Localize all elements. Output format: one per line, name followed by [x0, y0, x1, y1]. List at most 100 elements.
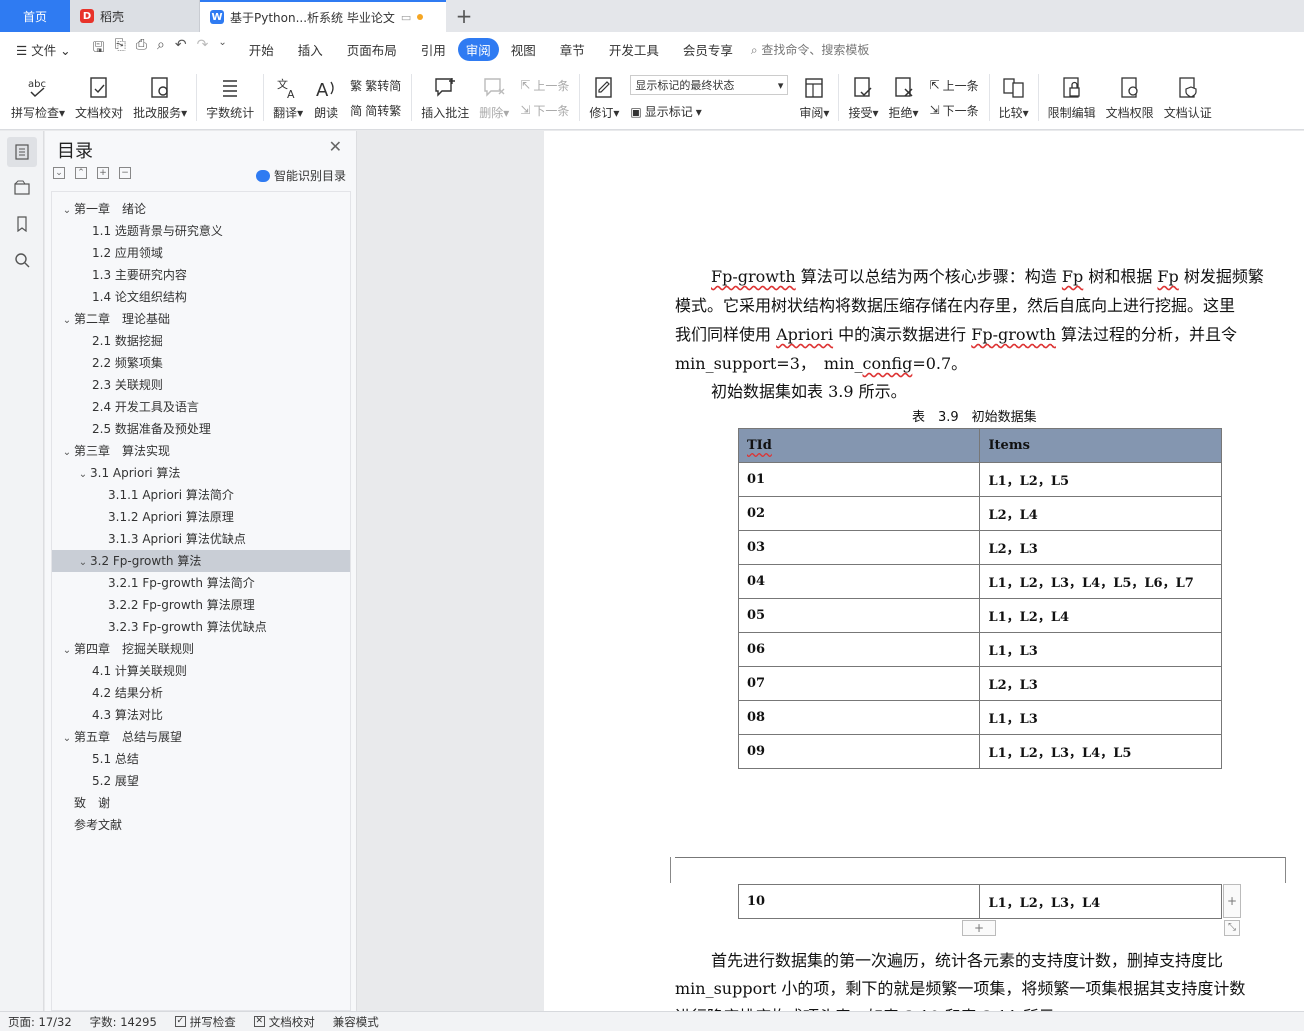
command-search[interactable]: ⌕ 查找命令、搜索模板 — [751, 41, 870, 58]
undo-icon[interactable]: ↶ — [175, 37, 187, 61]
prev-revision-button[interactable]: ⇱ 上一条 — [930, 77, 979, 94]
table-resize-handle[interactable]: ⤡ — [1224, 920, 1240, 936]
toc-item[interactable]: 4.2 结果分析 — [52, 682, 350, 704]
menu-item-2[interactable]: 页面布局 — [335, 38, 409, 61]
chevron-down-icon[interactable]: ⌄ — [60, 640, 74, 662]
spell-check-button[interactable]: abc 拼写检查▾ — [6, 66, 70, 129]
table-header-cell[interactable]: TId — [737, 428, 981, 463]
menu-item-6[interactable]: 章节 — [548, 38, 597, 61]
spell-check-toggle[interactable]: ✓ 拼写检查 — [174, 1014, 236, 1030]
redo-icon[interactable]: ↷ — [197, 37, 209, 61]
toc-item[interactable]: 2.2 频繁项集 — [52, 352, 350, 374]
markup-state-select[interactable]: 显示标记的最终状态 ▾ — [630, 75, 789, 95]
toc-item[interactable]: 3.1.1 Apriori 算法简介 — [52, 484, 350, 506]
chapter-nav-toggle[interactable] — [7, 173, 37, 203]
new-tab-button[interactable]: + — [446, 0, 482, 32]
collapse-all-icon[interactable]: ⌄ — [53, 167, 65, 179]
data-table[interactable]: TId Items 01 L1，L2，L5 02 L2，L4 03 L2，L3 04 L1，L2，… — [737, 428, 1222, 769]
menu-item-5[interactable]: 视图 — [499, 38, 548, 61]
print-icon[interactable]: ⎙ — [136, 37, 147, 61]
toc-item[interactable]: 2.1 数据挖掘 — [52, 330, 350, 352]
more-chevron-icon[interactable]: ⌄ — [218, 37, 226, 61]
accept-button[interactable]: 接受▾ — [843, 66, 883, 129]
remove-heading-icon[interactable]: − — [119, 167, 131, 179]
table-cell[interactable]: L1，L2，L3，L4 — [979, 884, 1222, 919]
table-cell[interactable]: 04 — [737, 564, 981, 599]
translate-button[interactable]: 文A 翻译▾ — [268, 66, 308, 129]
toc-item[interactable]: 1.3 主要研究内容 — [52, 264, 350, 286]
file-menu[interactable]: ☰ 文件 ⌄ — [12, 38, 83, 61]
toc-item[interactable]: 3.1.2 Apriori 算法原理 — [52, 506, 350, 528]
toc-item[interactable]: 3.2.2 Fp-growth 算法原理 — [52, 594, 350, 616]
toc-item[interactable]: ⌄ 第五章 总结与展望 — [52, 726, 350, 748]
tab-home[interactable]: 首页 — [0, 0, 70, 32]
table-cell[interactable]: 07 — [737, 666, 981, 701]
toc-item[interactable]: 1.2 应用领域 — [52, 242, 350, 264]
menu-item-0[interactable]: 开始 — [237, 38, 286, 61]
compare-button[interactable]: 比较▾ — [994, 66, 1034, 129]
add-column-button[interactable]: + — [1223, 884, 1241, 918]
menu-item-7[interactable]: 开发工具 — [597, 38, 671, 61]
menu-item-4[interactable]: 审阅 — [457, 37, 499, 61]
table-cell[interactable]: 06 — [737, 632, 981, 667]
table-cell[interactable]: L1，L3 — [979, 632, 1222, 667]
simp-to-trad-button[interactable]: 简简转繁 — [350, 102, 401, 119]
read-aloud-button[interactable]: A 朗读 — [308, 66, 344, 129]
track-changes-button[interactable]: 修订▾ — [584, 66, 624, 129]
chevron-down-icon[interactable]: ⌄ — [60, 728, 74, 750]
doc-proof-toggle[interactable]: ✕ 文档校对 — [253, 1014, 315, 1030]
table-cell[interactable]: L2，L3 — [979, 530, 1222, 565]
toc-item[interactable]: 3.1.3 Apriori 算法优缺点 — [52, 528, 350, 550]
add-heading-icon[interactable]: + — [97, 167, 109, 179]
insert-comment-button[interactable]: 插入批注 — [416, 66, 474, 129]
data-table-continued[interactable]: 10 L1，L2，L3，L4 — [737, 884, 1222, 919]
toc-item[interactable]: 1.4 论文组织结构 — [52, 286, 350, 308]
table-cell[interactable]: L2，L3 — [979, 666, 1222, 701]
toc-item[interactable]: 4.3 算法对比 — [52, 704, 350, 726]
table-cell[interactable]: 09 — [737, 734, 981, 769]
table-cell[interactable]: 05 — [737, 598, 981, 633]
doc-proof-button[interactable]: 文档校对 — [70, 66, 128, 129]
delete-comment-button[interactable]: 删除▾ — [474, 66, 514, 129]
chevron-down-icon[interactable]: ⌄ — [60, 310, 74, 332]
bookmark-toggle[interactable] — [7, 209, 37, 239]
menu-item-1[interactable]: 插入 — [286, 38, 335, 61]
table-cell[interactable]: L1，L2，L4 — [979, 598, 1222, 633]
next-revision-button[interactable]: ⇲ 下一条 — [930, 102, 979, 119]
toc-item[interactable]: 3.2.1 Fp-growth 算法简介 — [52, 572, 350, 594]
review-pane-button[interactable]: 审阅▾ — [794, 66, 834, 129]
prev-comment-button[interactable]: ⇱ 上一条 — [520, 77, 569, 94]
toc-item[interactable]: ⌄ 第一章 绪论 — [52, 198, 350, 220]
show-markup-button[interactable]: ▣ 显示标记 ▾ — [630, 103, 788, 120]
toc-panel-toggle[interactable] — [7, 137, 37, 167]
chevron-down-icon[interactable]: ⌄ — [76, 464, 90, 486]
next-comment-button[interactable]: ⇲ 下一条 — [520, 102, 569, 119]
table-cell[interactable]: L2，L4 — [979, 496, 1222, 531]
table-cell[interactable]: L1，L3 — [979, 700, 1222, 735]
toc-item[interactable]: 5.1 总结 — [52, 748, 350, 770]
toc-item[interactable]: 参考文献 — [52, 814, 350, 836]
toc-item[interactable]: ⌄ 3.2 Fp-growth 算法 — [52, 550, 350, 572]
toc-item[interactable]: ⌄ 第四章 挖掘关联规则 — [52, 638, 350, 660]
toc-item[interactable]: ⌄ 3.1 Apriori 算法 — [52, 462, 350, 484]
tab-daoke[interactable]: D 稻壳 — [70, 0, 200, 32]
tab-document[interactable]: W 基于Python...析系统 毕业论文 ▭ — [200, 0, 446, 32]
page-indicator[interactable]: 页面: 17/32 — [8, 1014, 72, 1030]
table-cell[interactable]: 10 — [737, 884, 981, 919]
toc-item[interactable]: 致 谢 — [52, 792, 350, 814]
menu-item-3[interactable]: 引用 — [409, 38, 458, 61]
trad-to-simp-button[interactable]: 繁繁转简 — [350, 77, 401, 94]
table-cell[interactable]: L1，L2，L3，L4，L5 — [979, 734, 1222, 769]
toc-item[interactable]: ⌄ 第二章 理论基础 — [52, 308, 350, 330]
toc-item[interactable]: 2.5 数据准备及预处理 — [52, 418, 350, 440]
export-icon[interactable]: ⎘ — [115, 37, 126, 61]
table-header-cell[interactable]: Items — [979, 428, 1222, 463]
table-cell[interactable]: 01 — [737, 462, 981, 497]
word-count-indicator[interactable]: 字数: 14295 — [90, 1014, 157, 1030]
table-cell[interactable]: 03 — [737, 530, 981, 565]
toc-item[interactable]: 3.2.3 Fp-growth 算法优缺点 — [52, 616, 350, 638]
reject-button[interactable]: 拒绝▾ — [883, 66, 923, 129]
toc-item[interactable]: 2.3 关联规则 — [52, 374, 350, 396]
add-row-button[interactable]: + — [962, 920, 996, 936]
smart-toc-button[interactable]: 智能识别目录 — [255, 167, 346, 184]
